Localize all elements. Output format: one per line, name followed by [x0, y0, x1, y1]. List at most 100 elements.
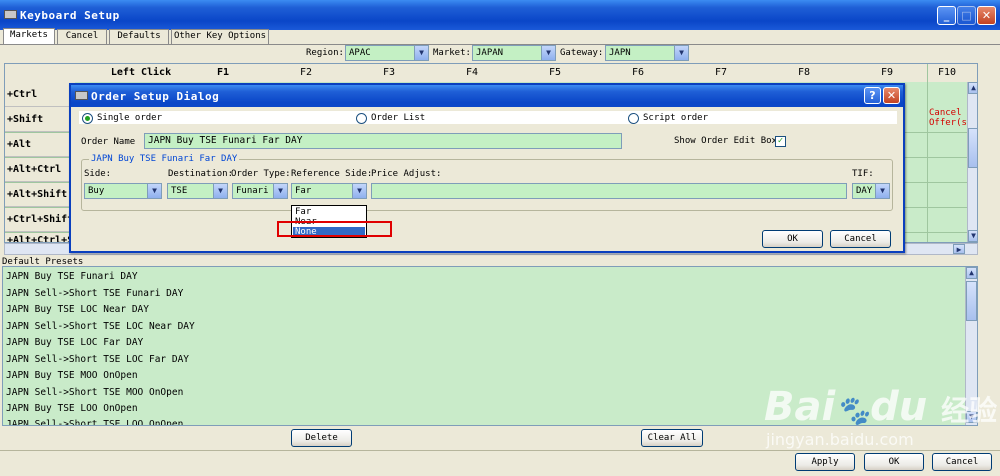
row-alt-shift: +Alt+Shift — [5, 182, 75, 207]
watermark-logo: Bai🐾du 经验 — [764, 384, 997, 430]
minimize-button[interactable]: _ — [937, 6, 956, 25]
order-type-label: Order Type: — [231, 169, 291, 179]
scroll-thumb[interactable] — [966, 281, 977, 321]
region-value: APAC — [349, 48, 371, 58]
reference-side-label: Reference Side: — [291, 169, 373, 179]
scroll-up-icon[interactable]: ▲ — [968, 82, 977, 94]
region-label: Region: — [306, 48, 344, 58]
col-left-click: Left Click — [110, 67, 172, 78]
watermark-brand: Bai — [764, 384, 836, 430]
tab-markets[interactable]: Markets — [3, 28, 55, 44]
dropdown-option-far[interactable]: Far — [293, 207, 365, 217]
list-item[interactable]: JAPN Sell->Short TSE LOO OnOpen — [6, 417, 183, 425]
tif-select[interactable]: DAY ▼ — [852, 183, 890, 199]
row-alt-ctrl-shift: +Alt+Ctrl+Shift — [5, 232, 75, 242]
region-select[interactable]: APAC ▼ — [345, 45, 429, 61]
highlight-annotation — [277, 221, 392, 237]
price-adjust-input[interactable] — [371, 183, 847, 199]
tif-label: TIF: — [852, 169, 874, 179]
cancel-button[interactable]: Cancel — [932, 453, 992, 471]
gateway-label: Gateway: — [560, 48, 604, 58]
list-item[interactable]: JAPN Buy TSE LOC Near DAY — [6, 302, 149, 318]
tab-cancel[interactable]: Cancel — [57, 29, 107, 44]
order-name-label: Order Name — [81, 137, 136, 147]
list-item[interactable]: JAPN Sell->Short TSE LOC Near DAY — [6, 319, 195, 335]
show-edit-checkbox[interactable]: ✓ — [775, 136, 786, 147]
destination-select[interactable]: TSE ▼ — [167, 183, 228, 199]
chevron-down-icon: ▼ — [875, 184, 889, 198]
watermark-brand-2: du — [870, 384, 928, 430]
row-alt-ctrl: +Alt+Ctrl — [5, 157, 75, 182]
scroll-thumb[interactable] — [968, 128, 977, 168]
grid-vscrollbar[interactable]: ▲ ▼ — [967, 82, 977, 242]
order-type-value: Funari — [236, 186, 269, 196]
col-f3: F3 — [382, 67, 396, 78]
chevron-down-icon: ▼ — [213, 184, 227, 198]
window-titlebar: Keyboard Setup _ □ ✕ — [0, 0, 1000, 30]
col-f10: F10 — [937, 67, 957, 78]
list-item[interactable]: JAPN Buy TSE MOO OnOpen — [6, 368, 138, 384]
side-select[interactable]: Buy ▼ — [84, 183, 162, 199]
list-item[interactable]: JAPN Sell->Short TSE LOC Far DAY — [6, 352, 189, 368]
keyboard-icon — [4, 10, 17, 19]
delete-button[interactable]: Delete — [291, 429, 352, 447]
dialog-close-button[interactable]: ✕ — [883, 87, 900, 104]
radio-script-order[interactable] — [628, 113, 639, 124]
dialog-titlebar: Order Setup Dialog ? ✕ — [71, 85, 903, 107]
help-button[interactable]: ? — [864, 87, 881, 104]
ok-button[interactable]: OK — [864, 453, 924, 471]
chevron-down-icon: ▼ — [674, 46, 688, 60]
order-name-input[interactable]: JAPN Buy TSE Funari Far DAY — [144, 133, 622, 149]
gateway-select[interactable]: JAPN ▼ — [605, 45, 689, 61]
col-f7: F7 — [714, 67, 728, 78]
grid-divider — [927, 64, 928, 242]
row-shift: +Shift — [5, 107, 75, 132]
scroll-down-icon[interactable]: ▼ — [968, 230, 977, 242]
list-item[interactable]: JAPN Sell->Short TSE MOO OnOpen — [6, 385, 183, 401]
tab-other-key-options[interactable]: Other Key Options — [171, 29, 269, 44]
maximize-button[interactable]: □ — [957, 6, 976, 25]
col-f2: F2 — [299, 67, 313, 78]
radio-single-order[interactable] — [82, 113, 93, 124]
order-list-label: Order List — [371, 113, 426, 123]
col-f5: F5 — [548, 67, 562, 78]
clear-all-button[interactable]: Clear All — [641, 429, 703, 447]
watermark-url: jingyan.baidu.com — [766, 430, 914, 449]
reference-side-value: Far — [295, 186, 312, 196]
dialog-title: Order Setup Dialog — [91, 90, 220, 103]
dialog-ok-button[interactable]: OK — [762, 230, 823, 248]
list-item[interactable]: JAPN Buy TSE LOC Far DAY — [6, 335, 143, 351]
row-ctrl-shift: +Ctrl+Shift — [5, 207, 75, 232]
list-item[interactable]: JAPN Sell->Short TSE Funari DAY — [6, 286, 183, 302]
chevron-down-icon: ▼ — [541, 46, 555, 60]
paw-icon: 🐾 — [835, 394, 871, 427]
order-type-strip — [79, 111, 897, 124]
row-alt: +Alt — [5, 132, 75, 157]
col-f4: F4 — [465, 67, 479, 78]
order-type-select[interactable]: Funari ▼ — [232, 183, 288, 199]
list-item[interactable]: JAPN Buy TSE LOO OnOpen — [6, 401, 138, 417]
close-button[interactable]: ✕ — [977, 6, 996, 25]
price-adjust-label: Price Adjust: — [371, 169, 442, 179]
watermark-cn: 经验 — [941, 394, 998, 427]
tab-defaults[interactable]: Defaults — [109, 29, 169, 44]
list-item[interactable]: JAPN Buy TSE Funari DAY — [6, 269, 138, 285]
show-edit-label: Show Order Edit Box — [674, 136, 777, 146]
keyboard-icon — [75, 91, 88, 100]
col-f1: F1 — [216, 67, 230, 78]
single-order-label: Single order — [97, 113, 163, 123]
col-f9: F9 — [880, 67, 894, 78]
dialog-cancel-button[interactable]: Cancel — [830, 230, 891, 248]
side-value: Buy — [88, 186, 105, 196]
destination-value: TSE — [171, 186, 188, 196]
market-select[interactable]: JAPAN ▼ — [472, 45, 556, 61]
radio-order-list[interactable] — [356, 113, 367, 124]
market-label: Market: — [433, 48, 471, 58]
reference-side-select[interactable]: Far ▼ — [291, 183, 367, 199]
chevron-down-icon: ▼ — [352, 184, 366, 198]
scroll-right-icon[interactable]: ▶ — [953, 244, 965, 254]
scroll-up-icon[interactable]: ▲ — [966, 267, 977, 279]
group-title: JAPN Buy TSE Funari Far DAY — [89, 154, 240, 164]
apply-button[interactable]: Apply — [795, 453, 855, 471]
chevron-down-icon: ▼ — [414, 46, 428, 60]
